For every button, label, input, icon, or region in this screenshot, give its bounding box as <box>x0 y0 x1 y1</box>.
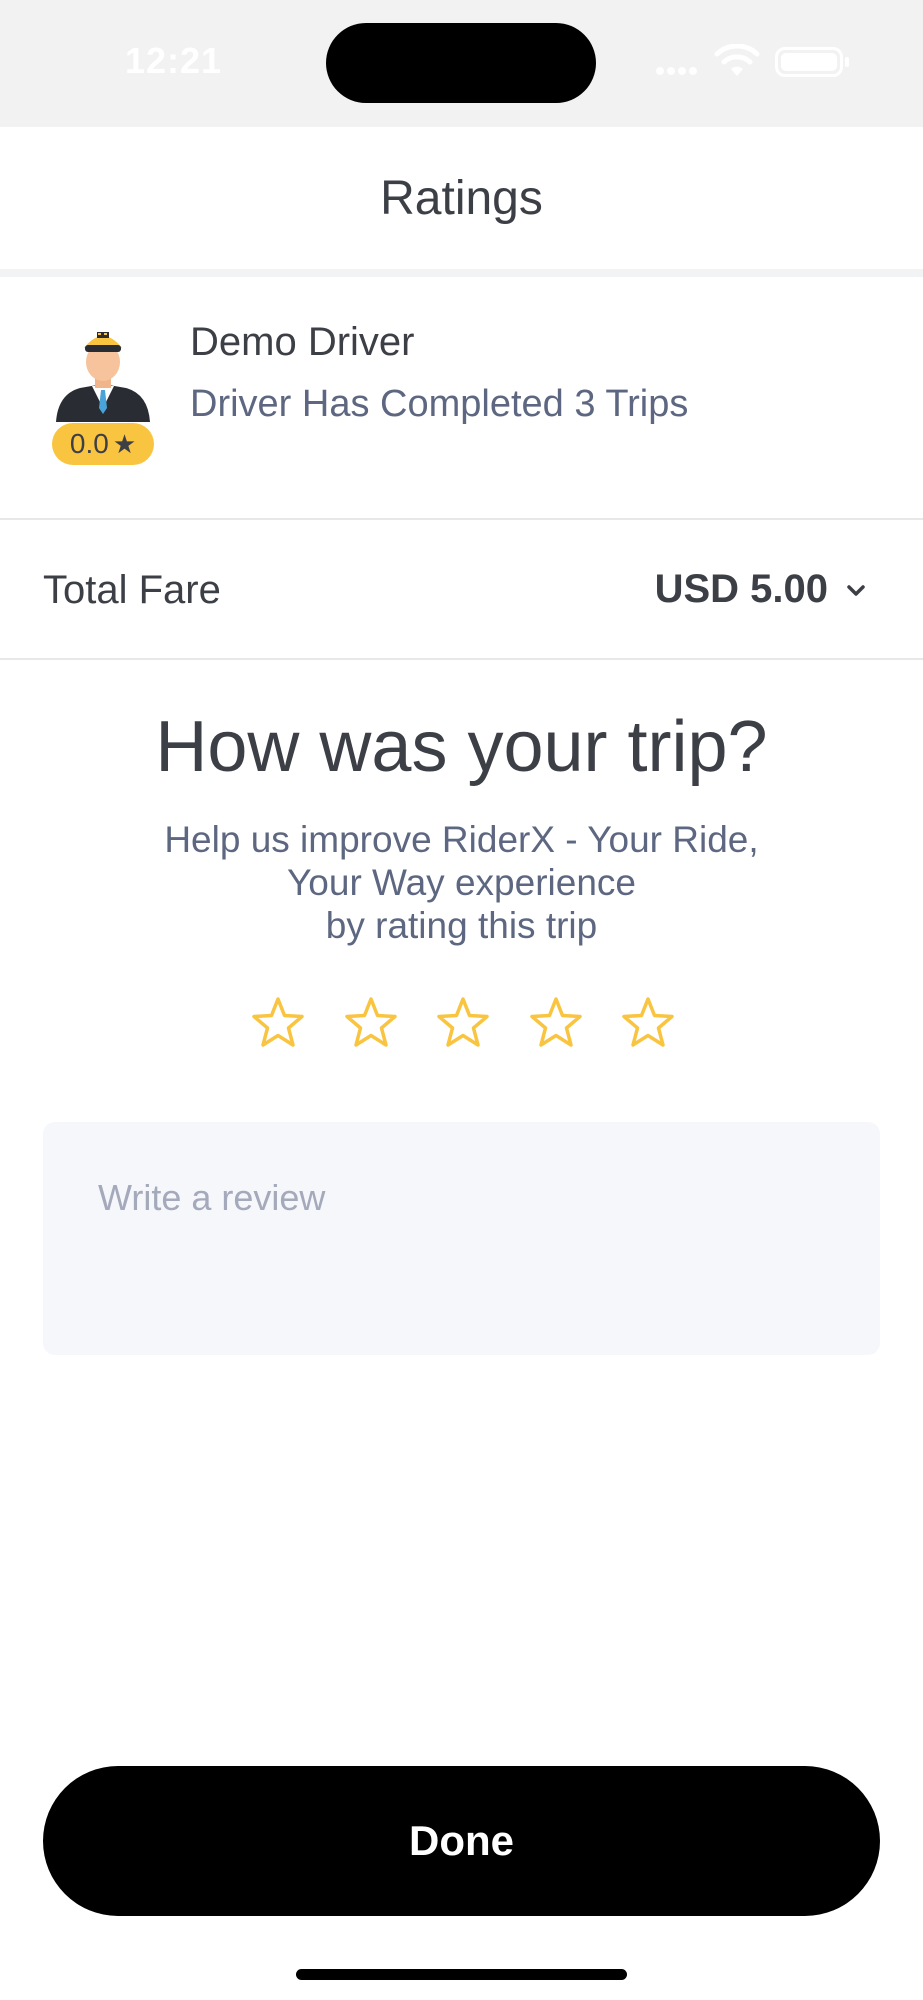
header-divider <box>0 269 923 277</box>
done-button[interactable]: Done <box>43 1766 880 1916</box>
subtitle-line-1: Help us improve RiderX - Your Ride, <box>164 819 759 860</box>
star-icon-2[interactable] <box>341 993 401 1053</box>
review-input[interactable] <box>43 1122 880 1355</box>
driver-rating-value: 0.0 <box>69 428 109 459</box>
driver-card: 0.0 ★ Demo Driver Driver Has Completed 3… <box>0 277 923 520</box>
total-fare-value: USD 5.00 <box>654 567 828 611</box>
wifi-icon <box>714 44 760 76</box>
status-bar: 12:21 <box>0 0 923 127</box>
star-rating <box>248 993 678 1053</box>
star-icon-1[interactable] <box>248 993 308 1053</box>
battery-icon <box>775 47 849 77</box>
driver-rating-badge: 0.0 ★ <box>52 423 154 465</box>
chevron-down-icon[interactable] <box>841 576 871 606</box>
star-icon-5[interactable] <box>618 993 678 1053</box>
header: Ratings <box>0 127 923 269</box>
star-icon-3[interactable] <box>433 993 493 1053</box>
cellular-signal-icon <box>656 62 706 75</box>
total-fare-row[interactable]: Total Fare USD 5.00 <box>0 520 923 660</box>
subtitle-line-2: Your Way experience <box>287 862 636 903</box>
star-icon-4[interactable] <box>526 993 586 1053</box>
driver-avatar-icon <box>56 332 150 422</box>
dynamic-island <box>326 23 596 103</box>
page-title: Ratings <box>380 171 543 225</box>
total-fare-label: Total Fare <box>43 568 221 612</box>
home-indicator <box>296 1969 627 1980</box>
status-time: 12:21 <box>125 40 223 81</box>
trip-rating-subtitle: Help us improve RiderX - Your Ride, Your… <box>100 818 823 947</box>
driver-name: Demo Driver <box>190 320 415 364</box>
subtitle-line-3: by rating this trip <box>325 905 598 946</box>
driver-trips-count: Driver Has Completed 3 Trips <box>190 383 689 425</box>
rating-star-icon: ★ <box>112 428 137 459</box>
trip-rating-question: How was your trip? <box>155 707 768 787</box>
